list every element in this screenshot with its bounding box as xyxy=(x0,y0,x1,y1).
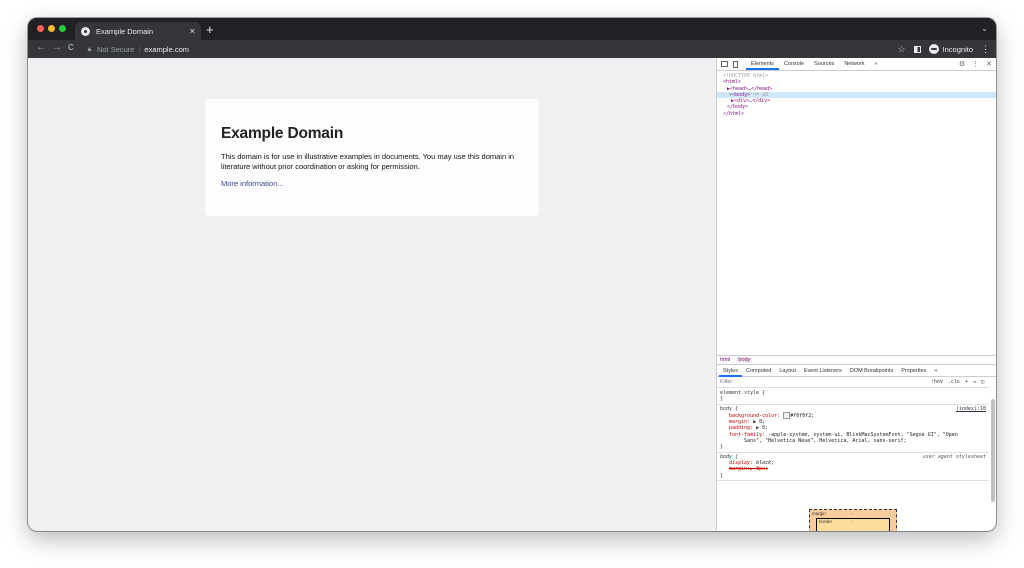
sidebar-toggle-icon[interactable]: ◫ xyxy=(981,379,984,385)
security-status[interactable]: Not Secure xyxy=(97,45,135,54)
new-tab-button[interactable]: + xyxy=(206,23,214,36)
styles-scrollbar[interactable] xyxy=(991,399,995,502)
inspect-element-icon[interactable] xyxy=(721,61,728,67)
warning-icon: ▲ xyxy=(86,45,93,53)
tree-html-close[interactable]: </html> xyxy=(717,111,996,117)
devtools-tabbar: Elements Console Sources Network » ⚙ ⋮ ✕ xyxy=(717,58,996,71)
settings-gear-icon[interactable]: ⚙ xyxy=(959,60,965,68)
browser-menu-icon[interactable]: ⋮ xyxy=(981,44,990,55)
tab-elements[interactable]: Elements xyxy=(746,58,779,70)
ua-rule-close: } xyxy=(720,472,724,479)
tab-computed[interactable]: Computed xyxy=(742,365,775,377)
devtools-actions: ⚙ ⋮ ✕ xyxy=(959,58,992,70)
maximize-window-button[interactable] xyxy=(59,25,66,32)
globe-icon xyxy=(81,26,90,36)
bg-prop: background-color: xyxy=(729,412,781,419)
tab-network[interactable]: Network xyxy=(839,58,869,70)
hov-toggle[interactable]: :hov xyxy=(931,379,943,385)
tab-event-listeners[interactable]: Event Listeners xyxy=(800,365,846,377)
body-rule-close: } xyxy=(720,444,724,451)
close-tab-icon[interactable]: × xyxy=(190,26,195,36)
tab-strip: Example Domain × + ⌄ xyxy=(28,18,996,40)
page-heading: Example Domain xyxy=(221,125,344,142)
box-model-border-value[interactable]: - xyxy=(851,519,853,524)
dom-tree: <!DOCTYPE html> <html> ▶<head>…</head> ·… xyxy=(717,71,996,117)
font-val: -apple-system, system-ui, BlinkMacSystem… xyxy=(768,431,958,438)
incognito-label[interactable]: Incognito xyxy=(943,45,973,54)
devtools-panel: Elements Console Sources Network » ⚙ ⋮ ✕… xyxy=(716,58,996,531)
box-model-border: border - xyxy=(816,518,890,531)
tree-body-prefix: ··· ▼ xyxy=(717,91,733,98)
font-prop: font-family: xyxy=(729,431,766,438)
bg-val: #f0f0f2; xyxy=(790,412,815,419)
styles-filter-bar: :hov .cls + ▭ ◫ xyxy=(717,377,989,388)
tree-body-open: <body> xyxy=(732,91,751,98)
more-information-link[interactable]: More information... xyxy=(221,179,523,188)
padding-prop: padding: xyxy=(729,425,754,432)
minimize-window-button[interactable] xyxy=(48,25,55,32)
element-style-close: } xyxy=(720,396,724,403)
breadcrumb: html body xyxy=(717,355,996,365)
tab-search-chevron-icon[interactable]: ⌄ xyxy=(981,24,988,33)
page-paragraph: This domain is for use in illustrative e… xyxy=(221,152,515,171)
device-toolbar-icon[interactable] xyxy=(733,60,738,68)
incognito-icon[interactable] xyxy=(928,44,939,54)
display-val: block; xyxy=(756,459,775,466)
box-model-margin-value[interactable]: - xyxy=(852,511,854,516)
cls-toggle[interactable]: .cls xyxy=(948,379,960,385)
close-window-button[interactable] xyxy=(37,25,44,32)
forward-button[interactable]: → xyxy=(52,42,62,53)
tab-dom-breakpoints[interactable]: DOM Breakpoints xyxy=(846,365,897,377)
back-button[interactable]: ← xyxy=(36,42,46,53)
padding-val: ▶ 0; xyxy=(756,425,769,432)
tab-styles[interactable]: Styles xyxy=(719,365,742,377)
box-model-diagram: margin - border - xyxy=(809,509,897,531)
bookmark-star-icon[interactable]: ☆ xyxy=(897,44,905,55)
bg-color-decl[interactable]: background-color: #f0f0f2; xyxy=(720,411,986,419)
body-rule-source-link[interactable]: (index):10 xyxy=(956,406,986,412)
omnibox-separator: | xyxy=(138,44,141,54)
ua-body-rule[interactable]: body { user agent stylesheet display: bl… xyxy=(717,453,989,481)
page-viewport: Example Domain This domain is for use in… xyxy=(28,58,716,531)
devtools-menu-icon[interactable]: ⋮ xyxy=(972,60,979,68)
more-tabs-button[interactable]: » xyxy=(869,58,882,70)
tab-title: Example Domain xyxy=(96,26,154,36)
box-model-margin-label: margin xyxy=(812,511,826,516)
ua-stylesheet-label: user agent stylesheet xyxy=(922,453,986,460)
reload-button[interactable]: C xyxy=(68,43,74,52)
toolbar-actions: ☆ Incognito ⋮ xyxy=(897,42,990,56)
breadcrumb-body[interactable]: body xyxy=(736,357,753,363)
tree-body-suffix: == $0 xyxy=(750,91,769,98)
new-rule-button[interactable]: + xyxy=(965,379,968,385)
styles-tabbar: Styles Computed Layout Event Listeners D… xyxy=(717,365,996,377)
toolbar: ← → C ▲ Not Secure | example.com ☆ Incog… xyxy=(28,40,996,58)
display-prop: display: xyxy=(729,459,754,466)
element-style-rule[interactable]: element.style { } xyxy=(717,389,989,405)
address-bar[interactable]: ▲ Not Secure | example.com xyxy=(86,43,189,55)
margin-prop: margin: xyxy=(729,419,751,426)
box-model-border-label: border xyxy=(819,519,833,524)
browser-tab[interactable]: Example Domain × xyxy=(75,22,201,40)
styles-rules: element.style { } body { (index):10 back… xyxy=(717,389,989,481)
paint-icon[interactable]: ▭ xyxy=(973,379,976,385)
browser-window: Example Domain × + ⌄ ← → C ▲ Not Secure … xyxy=(28,18,996,531)
close-devtools-icon[interactable]: ✕ xyxy=(986,60,992,68)
tab-console[interactable]: Console xyxy=(779,58,809,70)
side-panel-icon[interactable] xyxy=(913,45,921,53)
styles-filter-input[interactable] xyxy=(717,377,931,387)
more-style-tabs-button[interactable]: » xyxy=(930,365,941,377)
tab-layout[interactable]: Layout xyxy=(775,365,800,377)
content-card: Example Domain This domain is for use in… xyxy=(205,99,539,216)
url-text[interactable]: example.com xyxy=(144,45,189,54)
tab-sources[interactable]: Sources xyxy=(809,58,839,70)
breadcrumb-html[interactable]: html xyxy=(720,357,730,363)
tab-properties[interactable]: Properties xyxy=(897,365,930,377)
body-rule[interactable]: body { (index):10 background-color: #f0f… xyxy=(717,405,989,453)
margin-val: ▶ 0; xyxy=(753,419,766,426)
